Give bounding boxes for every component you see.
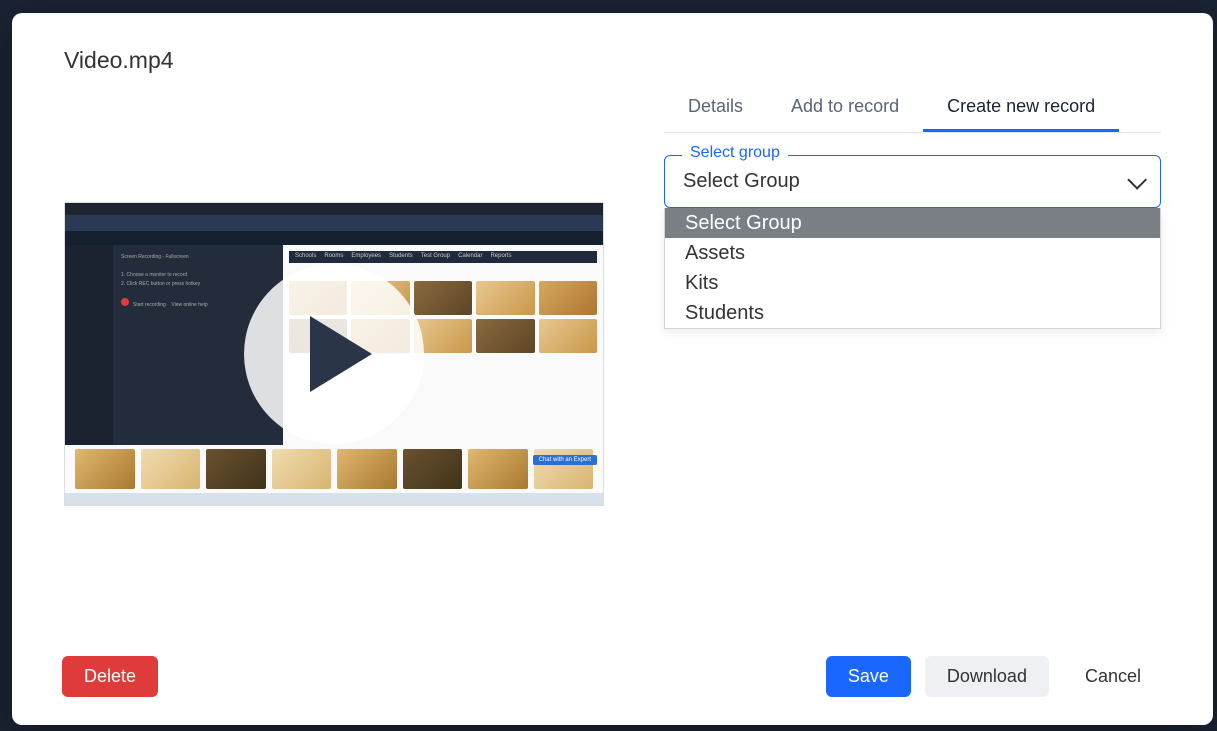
form-column: Details Add to record Create new record … — [608, 74, 1161, 656]
modal-footer: Delete Save Download Cancel — [12, 656, 1213, 725]
modal-body: Screen Recording - Fullscreen1. Choose a… — [12, 74, 1213, 656]
select-group-value: Select Group — [683, 170, 800, 193]
background-topnav — [0, 0, 1217, 13]
save-button[interactable]: Save — [826, 656, 911, 697]
option-assets[interactable]: Assets — [665, 238, 1160, 268]
option-students[interactable]: Students — [665, 298, 1160, 328]
option-kits[interactable]: Kits — [665, 268, 1160, 298]
select-group-label: Select group — [682, 144, 788, 162]
option-select-group[interactable]: Select Group — [665, 208, 1160, 238]
tab-details[interactable]: Details — [664, 86, 767, 132]
play-button-overlay[interactable] — [244, 264, 424, 444]
attachment-modal: Video.mp4 Screen Recording - Fullscreen1… — [12, 13, 1213, 725]
cancel-button[interactable]: Cancel — [1063, 656, 1163, 697]
download-button[interactable]: Download — [925, 656, 1049, 697]
tab-create-new-record[interactable]: Create new record — [923, 86, 1119, 132]
select-group-dropdown[interactable]: Select Group — [664, 155, 1161, 208]
chevron-down-icon — [1127, 169, 1147, 189]
modal-title: Video.mp4 — [64, 47, 1161, 74]
tab-add-to-record[interactable]: Add to record — [767, 86, 923, 132]
select-group-fieldset: Select group Select Group Select Group A… — [664, 155, 1161, 208]
delete-button[interactable]: Delete — [62, 656, 158, 697]
video-preview-column: Screen Recording - Fullscreen1. Choose a… — [64, 74, 608, 656]
video-thumbnail[interactable]: Screen Recording - Fullscreen1. Choose a… — [64, 202, 604, 506]
tab-bar: Details Add to record Create new record — [664, 86, 1161, 133]
select-group-options: Select Group Assets Kits Students — [664, 208, 1161, 329]
modal-header: Video.mp4 — [12, 13, 1213, 74]
play-icon — [310, 316, 372, 392]
